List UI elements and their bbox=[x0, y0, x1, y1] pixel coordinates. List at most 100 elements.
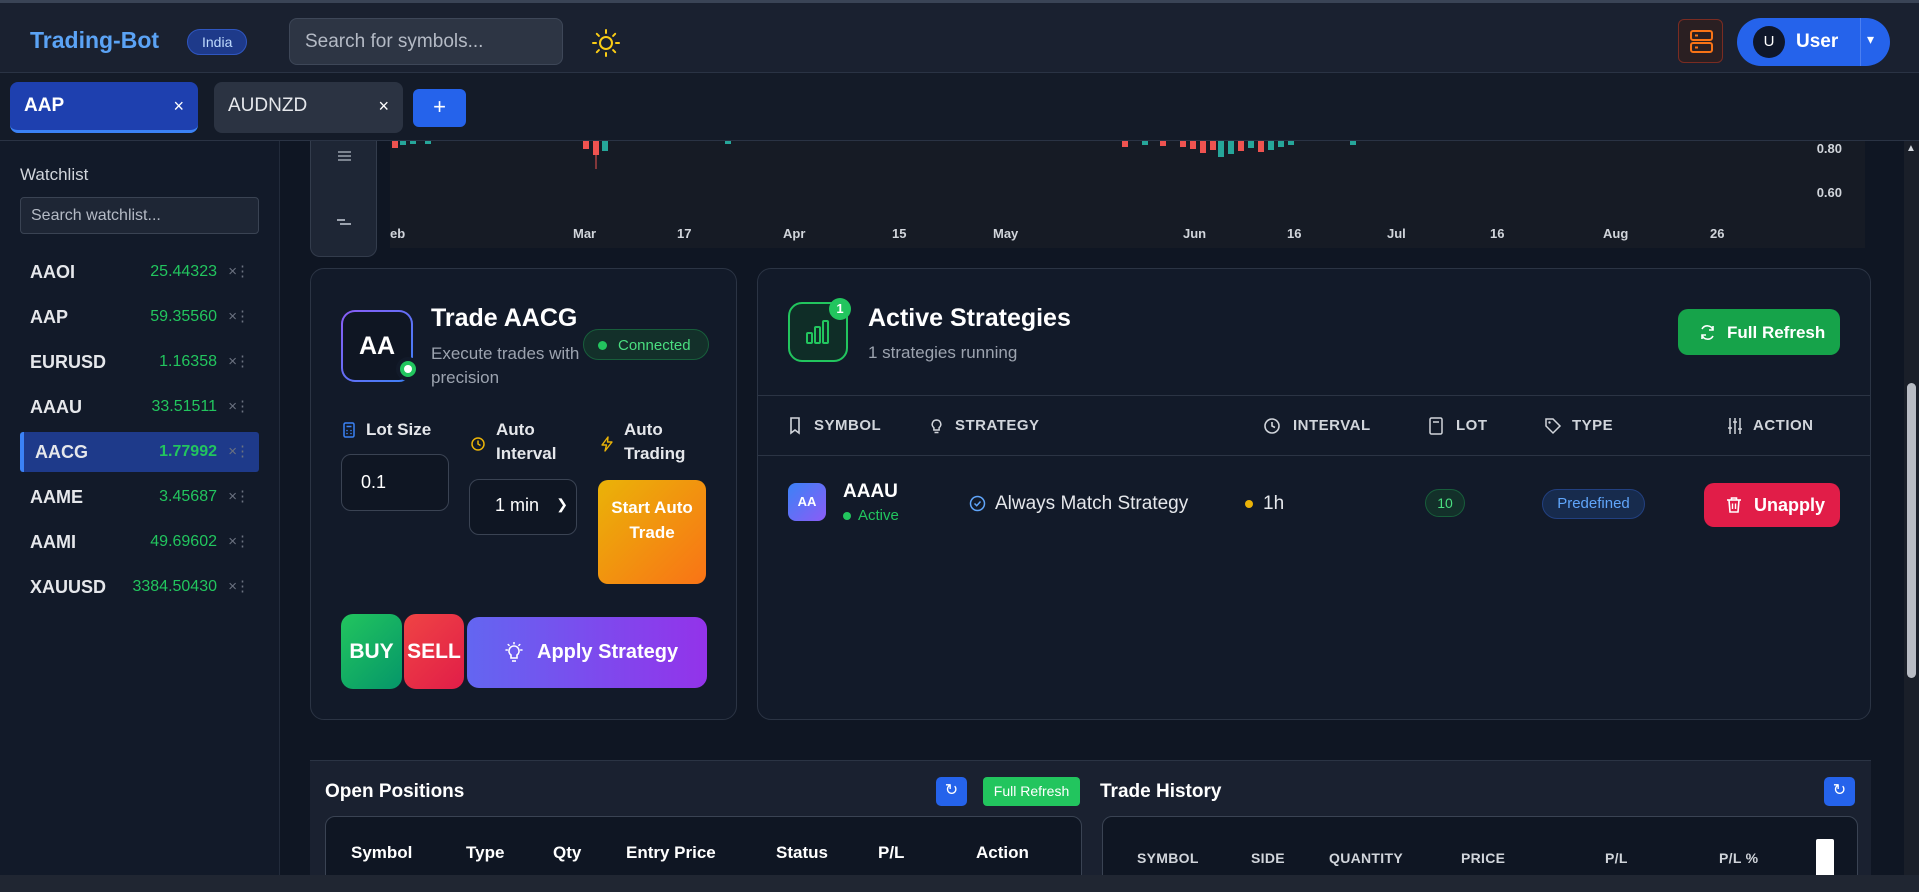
add-tab-button[interactable]: + bbox=[413, 89, 466, 127]
watchlist-symbol: AAMI bbox=[30, 532, 76, 552]
candle bbox=[1258, 141, 1264, 152]
active-strategies-panel: 1 Active Strategies 1 strategies running… bbox=[757, 268, 1871, 720]
strategy-count-badge: 1 bbox=[829, 298, 851, 320]
candle bbox=[392, 141, 398, 148]
row-strategy: Always Match Strategy bbox=[995, 493, 1189, 514]
table-row: AA AAAU Active Always Match Strategy 1h … bbox=[758, 457, 1870, 547]
candle bbox=[1228, 141, 1234, 154]
tab-aap[interactable]: AAP × bbox=[10, 82, 198, 133]
auto-trading-label: Auto Trading bbox=[624, 420, 686, 463]
column-header: P/L bbox=[878, 843, 905, 862]
auto-interval-label: Auto Interval bbox=[496, 420, 557, 463]
close-icon[interactable]: × bbox=[173, 96, 184, 117]
candle bbox=[1248, 141, 1254, 148]
watchlist-item[interactable]: AAAU 33.51511 × ⋮ bbox=[20, 387, 259, 427]
row-interval: 1h bbox=[1245, 493, 1284, 515]
top-bar: Trading-Bot India U User ▾ bbox=[0, 0, 1919, 73]
page-scrollbar[interactable]: ▲ bbox=[1904, 141, 1919, 881]
clock-icon bbox=[471, 437, 485, 451]
more-options-icon[interactable]: ⋮ bbox=[235, 577, 250, 595]
sell-button[interactable]: SELL bbox=[404, 614, 464, 689]
column-header: P/L % bbox=[1719, 850, 1759, 866]
watchlist-item[interactable]: XAUUSD 3384.50430 × ⋮ bbox=[20, 567, 259, 607]
candle bbox=[1218, 141, 1224, 157]
watchlist-item[interactable]: EURUSD 1.16358 × ⋮ bbox=[20, 342, 259, 382]
open-positions-refresh-button[interactable]: ↻ bbox=[936, 777, 967, 806]
chevron-down-icon[interactable]: ▾ bbox=[1867, 31, 1874, 48]
x-tick-label: Mar bbox=[573, 226, 597, 241]
brand-logo[interactable]: Trading-Bot bbox=[30, 27, 159, 54]
watchlist-title: Watchlist bbox=[20, 165, 89, 184]
watchlist-item[interactable]: AAMI 49.69602 × ⋮ bbox=[20, 522, 259, 562]
watchlist-item[interactable]: AACG 1.77992 × ⋮ bbox=[20, 432, 259, 472]
os-taskbar bbox=[0, 875, 1919, 892]
more-options-icon[interactable]: ⋮ bbox=[235, 487, 250, 505]
online-indicator bbox=[396, 357, 420, 381]
server-status-button[interactable] bbox=[1678, 19, 1723, 63]
column-header: P/L bbox=[1605, 850, 1628, 866]
watchlist-item[interactable]: AAP 59.35560 × ⋮ bbox=[20, 297, 259, 337]
avatar: U bbox=[1753, 26, 1785, 58]
more-options-icon[interactable]: ⋮ bbox=[235, 442, 250, 460]
more-options-icon[interactable]: ⋮ bbox=[235, 397, 250, 415]
candle bbox=[1142, 141, 1148, 145]
apply-strategy-button[interactable]: Apply Strategy bbox=[467, 617, 707, 688]
user-name: User bbox=[1796, 31, 1839, 52]
candlestick-series bbox=[392, 141, 1356, 169]
x-tick-label: May bbox=[993, 226, 1019, 241]
watchlist-search-input[interactable] bbox=[20, 197, 259, 234]
tab-label: AUDNZD bbox=[228, 95, 308, 116]
tab-audnzd[interactable]: AUDNZD × bbox=[214, 82, 403, 133]
symbol-search-input[interactable] bbox=[289, 18, 563, 65]
more-options-icon[interactable]: ⋮ bbox=[235, 262, 250, 280]
check-circle-icon bbox=[969, 495, 986, 512]
watchlist-item[interactable]: AAOI 25.44323 × ⋮ bbox=[20, 252, 259, 292]
watchlist-price: 3384.50430 bbox=[132, 578, 217, 595]
price-chart[interactable]: eb Mar 17 Apr 15 May Jun 16 Jul 16 Aug 26 0.80 0.60 bbox=[390, 141, 1865, 248]
candle bbox=[725, 141, 731, 144]
menu-icon[interactable] bbox=[311, 141, 378, 257]
trade-subtitle: Execute trades with precision bbox=[431, 344, 580, 387]
open-positions-title: Open Positions bbox=[325, 781, 465, 802]
candle bbox=[1180, 141, 1186, 147]
full-refresh-button[interactable]: Full Refresh bbox=[1678, 309, 1840, 355]
column-header: QUANTITY bbox=[1329, 850, 1403, 866]
close-icon[interactable]: × bbox=[378, 96, 389, 117]
candle bbox=[1288, 141, 1294, 145]
scrollbar-thumb[interactable] bbox=[1907, 383, 1916, 678]
candle bbox=[410, 141, 416, 144]
user-menu-divider bbox=[1860, 18, 1861, 66]
theme-toggle-sun-icon[interactable] bbox=[591, 28, 621, 58]
column-header: SIDE bbox=[1251, 850, 1285, 866]
more-options-icon[interactable]: ⋮ bbox=[235, 352, 250, 370]
watchlist-price: 25.44323 bbox=[150, 263, 217, 280]
strategies-table-header: SYMBOL STRATEGY INTERVAL LOT TYPE ACTION bbox=[758, 395, 1870, 456]
trade-title: Trade AACG bbox=[431, 304, 578, 332]
watchlist-symbol: AAME bbox=[30, 487, 83, 507]
watchlist-symbol: AAP bbox=[30, 307, 69, 327]
lot-size-input[interactable] bbox=[341, 454, 449, 511]
more-options-icon[interactable]: ⋮ bbox=[235, 532, 250, 550]
open-positions-full-refresh-button[interactable]: Full Refresh bbox=[983, 777, 1080, 806]
user-menu-button[interactable]: U User ▾ bbox=[1737, 18, 1890, 66]
watchlist-price: 1.77992 bbox=[159, 443, 217, 460]
connection-status-badge: Connected bbox=[583, 329, 709, 360]
watchlist-symbol: XAUUSD bbox=[30, 577, 107, 597]
y-tick-label: 0.80 bbox=[1816, 141, 1842, 156]
y-tick-label: 0.60 bbox=[1816, 185, 1842, 200]
watchlist-item[interactable]: AAME 3.45687 × ⋮ bbox=[20, 477, 259, 517]
x-tick-label: eb bbox=[390, 226, 406, 241]
start-auto-trade-button[interactable]: Start Auto Trade bbox=[598, 480, 706, 584]
region-badge: India bbox=[187, 29, 248, 55]
avatar: AA bbox=[788, 483, 826, 521]
auto-interval-select[interactable]: 1 min ❯ bbox=[469, 479, 577, 535]
unapply-button[interactable]: Unapply bbox=[1704, 483, 1840, 527]
scroll-up-icon[interactable]: ▲ bbox=[1906, 143, 1916, 154]
server-icon bbox=[1690, 30, 1713, 53]
watchlist-price: 3.45687 bbox=[159, 488, 217, 505]
watchlist-symbol: AAOI bbox=[30, 262, 75, 282]
buy-button[interactable]: BUY bbox=[341, 614, 402, 689]
trade-history-refresh-button[interactable]: ↻ bbox=[1824, 777, 1855, 806]
more-options-icon[interactable]: ⋮ bbox=[235, 307, 250, 325]
trade-panel: AA Trade AACG Execute trades with precis… bbox=[310, 268, 737, 720]
